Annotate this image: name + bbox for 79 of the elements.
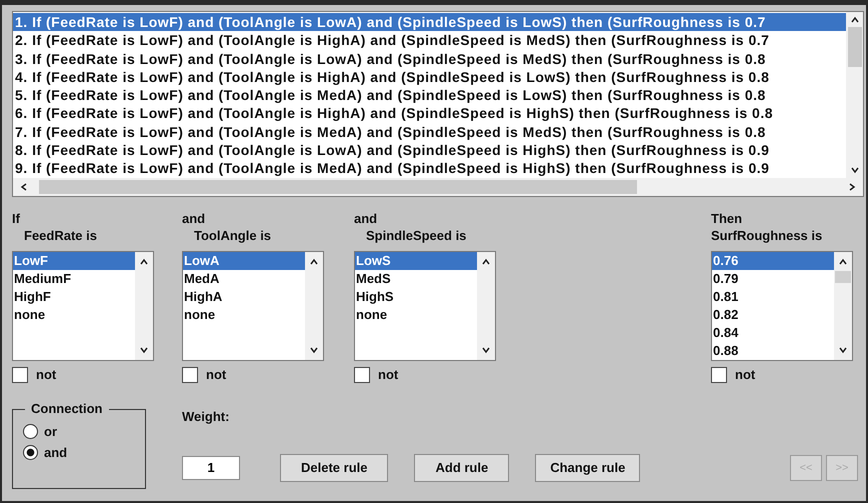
- scroll-up-icon[interactable]: [838, 256, 848, 267]
- term-item[interactable]: 0.84: [712, 324, 834, 342]
- connector-label: If: [12, 210, 20, 227]
- rule-list[interactable]: [12, 11, 864, 197]
- scroll-down-icon[interactable]: [850, 164, 860, 175]
- scroll-up-icon[interactable]: [309, 256, 319, 267]
- term-list[interactable]: LowS MedS HighS none: [354, 250, 496, 361]
- not-checkbox[interactable]: [711, 366, 727, 383]
- scroll-down-icon[interactable]: [838, 344, 848, 355]
- variable-label: SpindleSpeed is: [366, 226, 466, 245]
- rule-item[interactable]: 3. If (FeedRate is LowF) and (ToolAngle is LowA) and (SpindleSpeed is MedS) then (SurfRoughness is 0.8: [13, 50, 846, 68]
- vertical-scrollbar[interactable]: [834, 252, 852, 360]
- not-label: not: [378, 367, 398, 382]
- weight-label: Weight:: [182, 408, 230, 424]
- group-title: Connection: [25, 400, 108, 416]
- variable-label: SurfRoughness is: [711, 226, 822, 245]
- vertical-scrollbar[interactable]: [135, 252, 153, 360]
- term-item[interactable]: HighA: [183, 288, 305, 306]
- term-item[interactable]: LowA: [183, 252, 305, 270]
- not-label: not: [735, 367, 756, 382]
- term-item[interactable]: MedA: [183, 270, 305, 288]
- scroll-down-icon[interactable]: [309, 344, 319, 355]
- connector-label: and: [354, 210, 378, 227]
- scroll-thumb[interactable]: [835, 270, 851, 283]
- scroll-up-icon[interactable]: [481, 256, 491, 267]
- not-checkbox[interactable]: [182, 366, 198, 383]
- rule-button[interactable]: Delete rule: [280, 454, 388, 482]
- vertical-scrollbar[interactable]: [846, 12, 863, 178]
- scroll-down-icon[interactable]: [139, 344, 149, 355]
- not-label: not: [206, 367, 226, 382]
- scroll-down-icon[interactable]: [481, 344, 491, 355]
- rule-item[interactable]: 8. If (FeedRate is LowF) and (ToolAngle is LowA) and (SpindleSpeed is HighS) then (SurfRoughness is 0.9: [13, 141, 846, 160]
- rule-item[interactable]: 7. If (FeedRate is LowF) and (ToolAngle is MedA) and (SpindleSpeed is MedS) then (SurfRoughness is 0.8: [13, 122, 846, 142]
- radio-label: and: [44, 444, 68, 460]
- scroll-left-icon[interactable]: [19, 182, 29, 192]
- rule-item[interactable]: 9. If (FeedRate is LowF) and (ToolAngle is MedA) and (SpindleSpeed is HighS) then (SurfRoughness is 0.9: [13, 159, 846, 178]
- rule-item[interactable]: 2. If (FeedRate is LowF) and (ToolAngle is HighA) and (SpindleSpeed is MedS) then (SurfRoughness is 0.7: [13, 31, 846, 50]
- vertical-scrollbar[interactable]: [305, 252, 323, 360]
- term-item[interactable]: MedS: [355, 270, 477, 288]
- term-item[interactable]: MediumF: [13, 270, 135, 288]
- horizontal-scrollbar[interactable]: [13, 178, 863, 196]
- rule-button[interactable]: Change rule: [535, 454, 640, 482]
- term-item[interactable]: 0.82: [712, 306, 834, 324]
- scroll-up-icon[interactable]: [139, 256, 149, 267]
- rule-item[interactable]: 5. If (FeedRate is LowF) and (ToolAngle is MedA) and (SpindleSpeed is LowS) then (SurfRoughness is 0.8: [13, 86, 846, 104]
- weight-field[interactable]: 1: [182, 456, 240, 480]
- term-item[interactable]: none: [355, 306, 477, 324]
- not-checkbox[interactable]: [354, 366, 370, 383]
- term-item[interactable]: LowF: [13, 252, 135, 270]
- radio-button[interactable]: [23, 424, 38, 439]
- term-item[interactable]: none: [13, 306, 135, 324]
- term-list[interactable]: LowF MediumF HighF none: [12, 250, 154, 361]
- term-item[interactable]: 0.76: [712, 252, 834, 270]
- vertical-scrollbar[interactable]: [477, 252, 495, 360]
- not-label: not: [36, 367, 56, 382]
- connector-label: and: [182, 210, 206, 227]
- variable-label: ToolAngle is: [194, 226, 272, 245]
- term-item[interactable]: 0.81: [712, 288, 834, 306]
- scroll-right-icon[interactable]: [847, 182, 857, 192]
- term-list[interactable]: LowA MedA HighA none: [182, 250, 324, 361]
- term-item[interactable]: LowS: [355, 252, 477, 270]
- rule-button[interactable]: Add rule: [414, 454, 510, 482]
- rule-item[interactable]: 4. If (FeedRate is LowF) and (ToolAngle is HighA) and (SpindleSpeed is LowS) then (SurfRoughness is 0.8: [13, 68, 846, 86]
- term-item[interactable]: HighS: [355, 288, 477, 306]
- rule-item[interactable]: 1. If (FeedRate is LowF) and (ToolAngle is LowA) and (SpindleSpeed is LowS) then (SurfRoughness is 0.7: [13, 13, 846, 32]
- connector-label: Then: [711, 210, 742, 227]
- scroll-up-icon[interactable]: [850, 15, 860, 25]
- term-item[interactable]: 0.88: [712, 342, 834, 360]
- rule-item[interactable]: 6. If (FeedRate is LowF) and (ToolAngle is HighA) and (SpindleSpeed is HighS) then (SurfRoughness is 0.8: [13, 104, 846, 123]
- scroll-thumb[interactable]: [39, 180, 637, 194]
- variable-label: FeedRate is: [24, 226, 97, 245]
- scroll-thumb[interactable]: [848, 27, 862, 67]
- radio-button[interactable]: [23, 444, 38, 460]
- not-checkbox[interactable]: [12, 366, 28, 383]
- term-item[interactable]: HighF: [13, 288, 135, 306]
- term-item[interactable]: 0.79: [712, 270, 834, 288]
- term-list[interactable]: 0.76 0.79 0.81 0.82 0.84 0.88: [711, 250, 853, 361]
- term-item[interactable]: none: [183, 306, 305, 324]
- radio-label: or: [44, 424, 57, 439]
